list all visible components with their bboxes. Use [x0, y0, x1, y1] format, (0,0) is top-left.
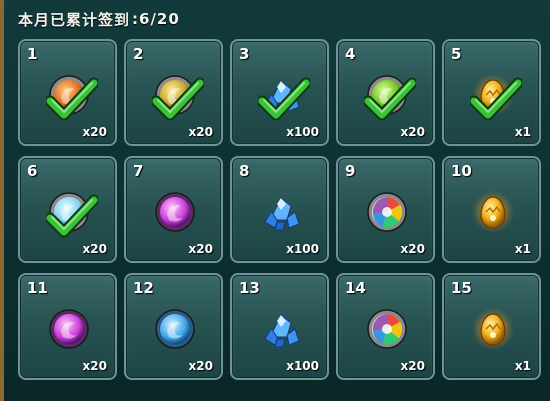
reward-day-cell[interactable]: 5 x1	[442, 39, 541, 146]
checkmark-icon	[150, 77, 206, 121]
reward-quantity: x20	[82, 242, 107, 256]
reward-day-cell[interactable]: 7 x20	[124, 156, 223, 263]
checkmark-icon	[44, 194, 100, 238]
reward-day-cell[interactable]: 15 x1	[442, 273, 541, 380]
day-number: 8	[239, 162, 250, 180]
reward-day-cell[interactable]: 6 x20	[18, 156, 117, 263]
gold-egg-icon	[471, 307, 515, 351]
reward-quantity: x100	[286, 242, 319, 256]
checkmark-icon	[44, 77, 100, 121]
day-number: 7	[133, 162, 144, 180]
blue-crystal-icon	[259, 190, 303, 234]
reward-quantity: x20	[188, 359, 213, 373]
checkmark-icon	[468, 77, 524, 121]
checkmark-icon	[362, 77, 418, 121]
purple-swirl-orb-icon	[47, 307, 91, 351]
purple-swirl-orb-icon	[153, 190, 197, 234]
rainbow-swirl-orb-icon	[365, 190, 409, 234]
reward-day-cell[interactable]: 1 x20	[18, 39, 117, 146]
rainbow-swirl-orb-icon	[365, 307, 409, 351]
day-number: 2	[133, 45, 144, 63]
reward-day-cell[interactable]: 3 x100	[230, 39, 329, 146]
day-number: 9	[345, 162, 356, 180]
reward-quantity: x1	[514, 125, 531, 139]
reward-quantity: x100	[286, 359, 319, 373]
checkmark-icon	[256, 77, 312, 121]
reward-quantity: x20	[400, 242, 425, 256]
day-number: 14	[345, 279, 366, 297]
reward-day-cell[interactable]: 14 x20	[336, 273, 435, 380]
day-number: 10	[451, 162, 472, 180]
signin-count: :6/20	[132, 10, 180, 28]
day-number: 5	[451, 45, 462, 63]
reward-quantity: x20	[400, 125, 425, 139]
reward-quantity: x20	[82, 125, 107, 139]
reward-day-cell[interactable]: 9 x20	[336, 156, 435, 263]
reward-quantity: x1	[514, 242, 531, 256]
reward-quantity: x20	[82, 359, 107, 373]
blue-swirl-orb-icon	[153, 307, 197, 351]
reward-day-cell[interactable]: 2 x20	[124, 39, 223, 146]
day-number: 3	[239, 45, 250, 63]
reward-quantity: x1	[514, 359, 531, 373]
day-number: 13	[239, 279, 260, 297]
reward-quantity: x20	[400, 359, 425, 373]
signin-title: 本月已累计签到:6/20	[18, 8, 180, 30]
day-number: 11	[27, 279, 48, 297]
reward-day-cell[interactable]: 11 x20	[18, 273, 117, 380]
day-number: 4	[345, 45, 356, 63]
gold-egg-icon	[471, 190, 515, 234]
signin-panel: 本月已累计签到:6/20 1 x20 2 x20 3 x100 4 x20 5…	[0, 0, 550, 401]
reward-day-cell[interactable]: 13 x100	[230, 273, 329, 380]
reward-day-cell[interactable]: 4 x20	[336, 39, 435, 146]
reward-grid: 1 x20 2 x20 3 x100 4 x20 5 x1 6 x20 7 x2…	[18, 39, 541, 380]
blue-crystal-icon	[259, 307, 303, 351]
reward-day-cell[interactable]: 8 x100	[230, 156, 329, 263]
reward-quantity: x20	[188, 242, 213, 256]
reward-day-cell[interactable]: 10 x1	[442, 156, 541, 263]
signin-title-text: 本月已累计签到	[18, 10, 131, 29]
reward-day-cell[interactable]: 12 x20	[124, 273, 223, 380]
day-number: 1	[27, 45, 38, 63]
day-number: 12	[133, 279, 154, 297]
day-number: 15	[451, 279, 472, 297]
day-number: 6	[27, 162, 38, 180]
reward-quantity: x20	[188, 125, 213, 139]
reward-quantity: x100	[286, 125, 319, 139]
